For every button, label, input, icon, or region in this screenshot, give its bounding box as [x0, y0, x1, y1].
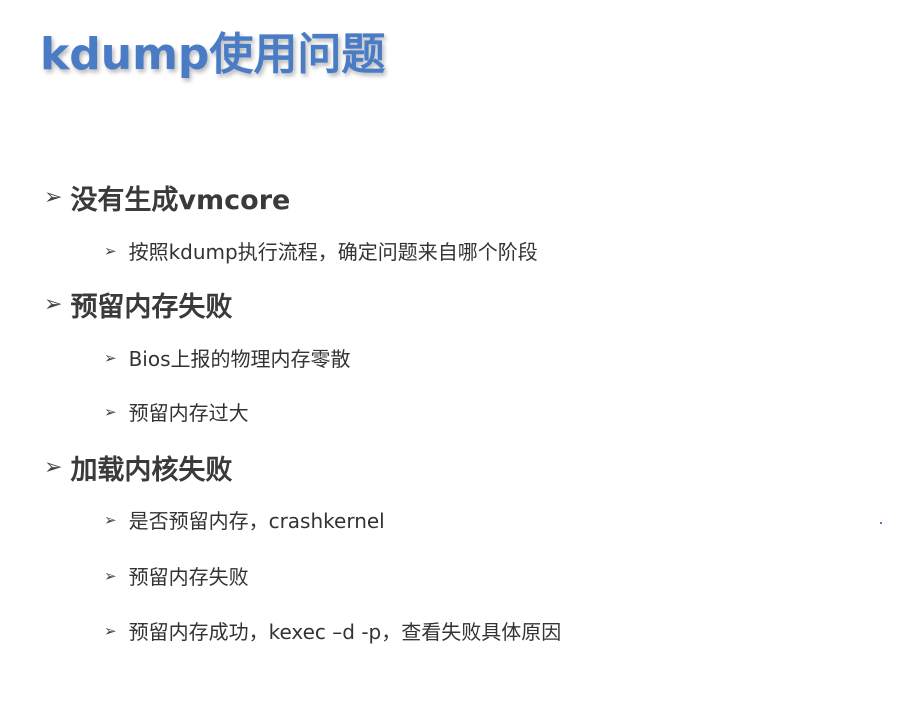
- arrow-bullet-icon: ➢: [44, 292, 63, 317]
- bullet-subitem: ➢ Bios上报的物理内存零散: [104, 343, 351, 372]
- bullet-heading: ➢ 加载内核失败: [44, 448, 232, 487]
- subitem-text: 预留内存成功，kexec –d -p，查看失败具体原因: [128, 620, 562, 644]
- arrow-bullet-icon: ➢: [104, 621, 117, 640]
- subitem-text: 按照kdump执行流程，确定问题来自哪个阶段: [128, 240, 538, 264]
- arrow-bullet-icon: ➢: [104, 348, 117, 367]
- bullet-heading: ➢ 没有生成vmcore: [44, 178, 290, 217]
- bullet-subitem: ➢ 是否预留内存，crashkernel: [104, 505, 385, 534]
- arrow-bullet-icon: ➢: [104, 241, 117, 260]
- arrow-bullet-icon: ➢: [104, 402, 117, 421]
- arrow-bullet-icon: ➢: [104, 510, 117, 529]
- subitem-text: Bios上报的物理内存零散: [128, 347, 351, 371]
- bullet-subitem: ➢ 按照kdump执行流程，确定问题来自哪个阶段: [104, 236, 538, 265]
- subitem-text: 预留内存失败: [128, 565, 249, 589]
- bullet-heading: ➢ 预留内存失败: [44, 285, 232, 324]
- bullet-subitem: ➢ 预留内存失败: [104, 561, 249, 590]
- arrow-bullet-icon: ➢: [44, 455, 63, 480]
- heading-text: 没有生成vmcore: [70, 185, 291, 216]
- subitem-text: 是否预留内存，crashkernel: [128, 509, 385, 533]
- bullet-subitem: ➢ 预留内存成功，kexec –d -p，查看失败具体原因: [104, 616, 561, 645]
- arrow-bullet-icon: ➢: [104, 566, 117, 585]
- heading-text: 预留内存失败: [70, 292, 233, 323]
- bullet-subitem: ➢ 预留内存过大: [104, 397, 249, 426]
- slide: kdump使用问题 ➢ 没有生成vmcore ➢ 按照kdump执行流程，确定问…: [0, 0, 899, 709]
- heading-text: 加载内核失败: [70, 455, 233, 486]
- decorative-dot: [880, 522, 882, 524]
- subitem-text: 预留内存过大: [128, 401, 249, 425]
- bullet-list: ➢ 没有生成vmcore ➢ 按照kdump执行流程，确定问题来自哪个阶段 ➢ …: [0, 0, 899, 709]
- arrow-bullet-icon: ➢: [44, 185, 63, 210]
